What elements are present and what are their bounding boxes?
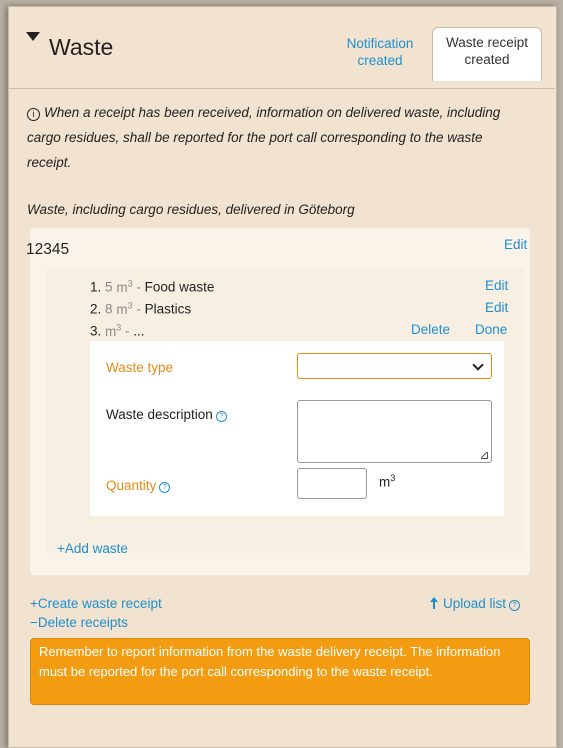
item-quantity: 5 <box>105 279 113 295</box>
edit-receipt-link[interactable]: Edit <box>504 237 527 252</box>
list-item: 1. 5 m3 - Food waste <box>90 278 214 295</box>
item-index: 2. <box>90 301 102 317</box>
add-waste-label: Add waste <box>64 541 128 556</box>
item-type: Food waste <box>144 279 215 295</box>
section-title[interactable]: Waste <box>49 34 113 61</box>
list-item: 3. m3 - ... <box>90 322 145 339</box>
quantity-label-row: Quantity? <box>106 478 171 493</box>
edit-item-link[interactable]: Edit <box>485 278 508 293</box>
item-separator: - <box>132 279 145 295</box>
list-item: 2. 8 m3 - Plastics <box>90 300 191 317</box>
page-frame: Waste Notification created Waste receipt… <box>0 0 563 748</box>
item-type: Plastics <box>144 301 192 317</box>
help-icon[interactable]: ? <box>159 482 171 493</box>
info-message: When a receipt has been received, inform… <box>27 105 501 170</box>
delete-item-link[interactable]: Delete <box>411 322 450 337</box>
delivered-heading: Waste, including cargo residues, deliver… <box>27 202 355 217</box>
receipt-number: 12345 <box>26 241 70 258</box>
unit-text: m <box>116 301 128 317</box>
tab-label-line2: created <box>464 52 510 67</box>
delete-receipts-label: Delete receipts <box>37 615 128 630</box>
plus-icon: + <box>30 596 38 611</box>
tab-label-line2: created <box>357 53 403 68</box>
waste-description-label-row: Waste description? <box>106 407 227 422</box>
upload-list-button[interactable]: Upload list? <box>429 596 521 611</box>
item-index: 3. <box>90 323 102 339</box>
upload-arrow-icon <box>429 597 439 609</box>
collapse-triangle-icon[interactable] <box>26 32 40 41</box>
add-waste-button[interactable]: +Add waste <box>57 541 128 556</box>
waste-description-label: Waste description <box>106 407 213 422</box>
unit-text: m <box>379 474 391 490</box>
edit-item-link[interactable]: Edit <box>485 300 508 315</box>
warning-message: Remember to report information from the … <box>30 638 530 705</box>
item-separator: - <box>132 301 145 317</box>
item-index: 1. <box>90 279 102 295</box>
plus-icon: + <box>57 541 65 556</box>
delete-receipts-button[interactable]: −Delete receipts <box>30 615 128 630</box>
tab-notification-created[interactable]: Notification created <box>330 35 430 69</box>
info-circle-icon: i <box>27 108 40 121</box>
upload-list-label: Upload list <box>443 596 507 611</box>
resize-grip-icon[interactable] <box>481 452 488 459</box>
unit-text: m <box>105 323 117 339</box>
create-waste-receipt-button[interactable]: +Create waste receipt <box>30 596 162 611</box>
tab-waste-receipt-created[interactable]: Waste receipt created <box>432 27 542 81</box>
waste-type-label: Waste type <box>106 360 174 375</box>
item-unit: m3 <box>105 322 121 339</box>
tab-label-line1: Notification <box>346 36 414 51</box>
create-receipt-label: Create waste receipt <box>37 596 162 611</box>
help-icon[interactable]: ? <box>509 600 521 611</box>
unit-sup: 3 <box>390 473 396 483</box>
chevron-down-icon <box>472 359 484 371</box>
quantity-label: Quantity <box>106 478 157 493</box>
item-unit: m3 <box>116 278 132 295</box>
waste-description-textarea[interactable] <box>297 400 492 463</box>
minus-icon: − <box>30 615 38 630</box>
item-quantity: 8 <box>105 301 113 317</box>
unit-text: m <box>116 279 128 295</box>
item-unit: m3 <box>116 300 132 317</box>
help-icon[interactable]: ? <box>215 411 227 422</box>
done-item-link[interactable]: Done <box>475 322 507 337</box>
quantity-input[interactable] <box>297 468 367 499</box>
waste-type-select[interactable] <box>297 353 492 379</box>
item-separator: - <box>121 323 134 339</box>
quantity-unit: m3 <box>379 473 395 490</box>
tab-label-line1: Waste receipt <box>445 35 529 50</box>
item-type: ... <box>133 323 145 339</box>
info-text: i When a receipt has been received, infor… <box>27 100 527 175</box>
